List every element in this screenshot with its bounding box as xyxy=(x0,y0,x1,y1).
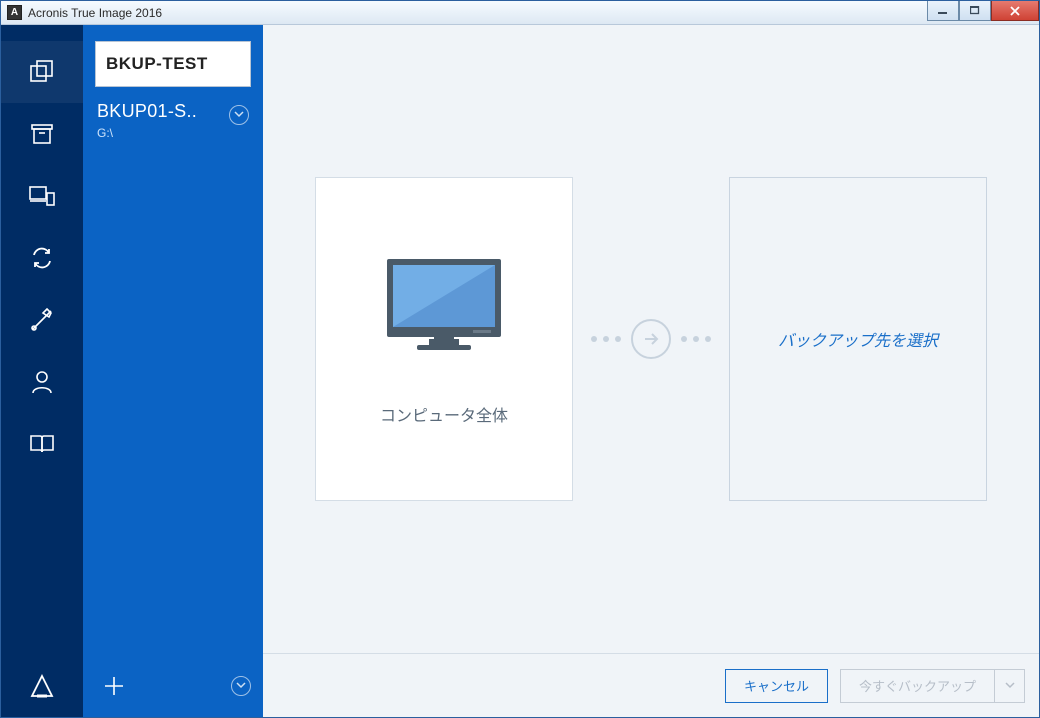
sidebar-bottom-bar xyxy=(83,655,263,717)
titlebar: A Acronis True Image 2016 xyxy=(1,1,1039,25)
main-panel: コンピュータ全体 バックアップ先を選択 キャンセル 今すぐバックアップ xyxy=(263,25,1039,717)
maximize-button[interactable] xyxy=(959,1,991,21)
window-controls xyxy=(927,1,1039,21)
app-icon: A xyxy=(7,5,22,20)
backup-task-selected[interactable]: BKUP-TEST xyxy=(95,41,251,87)
backup-now-dropdown[interactable] xyxy=(995,669,1025,703)
nav-logo[interactable] xyxy=(1,655,83,717)
dots-left-icon xyxy=(591,336,621,342)
arrow-between xyxy=(591,319,711,359)
nav-tools[interactable] xyxy=(1,289,83,351)
nav-devices[interactable] xyxy=(1,165,83,227)
chevron-down-icon[interactable] xyxy=(229,105,249,125)
source-card-label: コンピュータ全体 xyxy=(380,402,508,426)
app-body: BKUP-TEST BKUP01-S.. G:\ xyxy=(1,25,1039,717)
cancel-button[interactable]: キャンセル xyxy=(725,669,828,703)
backup-task-path: G:\ xyxy=(97,126,197,140)
nav-help[interactable] xyxy=(1,413,83,475)
sidebar-options-button[interactable] xyxy=(231,676,251,696)
backup-destination-card[interactable]: バックアップ先を選択 xyxy=(729,177,987,501)
monitor-icon xyxy=(379,253,509,368)
app-window: A Acronis True Image 2016 xyxy=(0,0,1040,718)
nav-sync[interactable] xyxy=(1,227,83,289)
nav-rail xyxy=(1,25,83,717)
window-title: Acronis True Image 2016 xyxy=(28,6,162,20)
nav-archive[interactable] xyxy=(1,103,83,165)
backup-task-title: BKUP01-S.. xyxy=(97,101,197,122)
bottom-action-bar: キャンセル 今すぐバックアップ xyxy=(263,653,1039,717)
dots-right-icon xyxy=(681,336,711,342)
backup-source-card[interactable]: コンピュータ全体 xyxy=(315,177,573,501)
nav-account[interactable] xyxy=(1,351,83,413)
backup-config-row: コンピュータ全体 バックアップ先を選択 xyxy=(263,25,1039,653)
nav-backup[interactable] xyxy=(1,41,83,103)
arrow-right-icon xyxy=(631,319,671,359)
close-button[interactable] xyxy=(991,1,1039,21)
primary-split-button: 今すぐバックアップ xyxy=(840,669,1025,703)
backup-list-sidebar: BKUP-TEST BKUP01-S.. G:\ xyxy=(83,25,263,717)
add-backup-button[interactable] xyxy=(83,655,145,717)
minimize-button[interactable] xyxy=(927,1,959,21)
destination-card-label: バックアップ先を選択 xyxy=(778,327,938,351)
backup-task-item[interactable]: BKUP01-S.. G:\ xyxy=(83,95,263,144)
backup-now-button[interactable]: 今すぐバックアップ xyxy=(840,669,995,703)
